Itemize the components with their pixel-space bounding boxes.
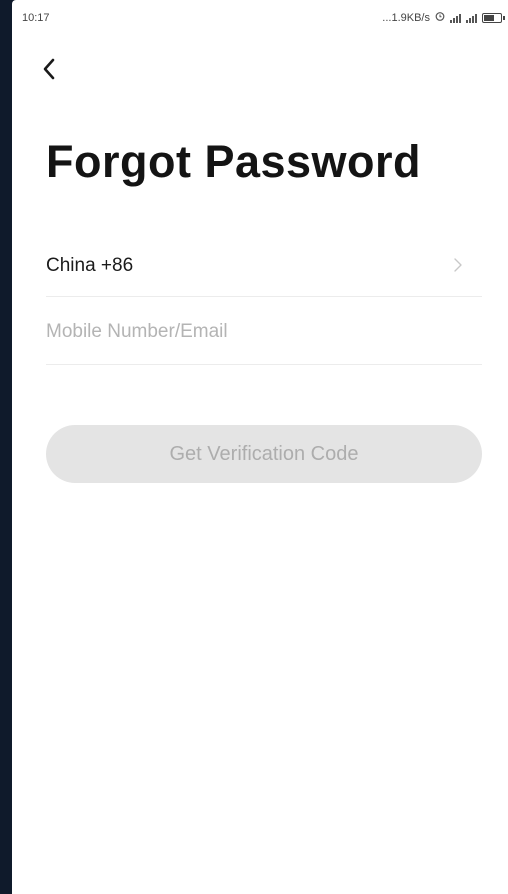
account-field-row [46,300,482,365]
mobile-email-input[interactable] [46,321,482,343]
battery-icon [482,12,505,23]
signal-icon [450,13,461,23]
device-frame: 10:17 ...1.9KB/s Forgot Password China +… [0,0,508,894]
signal-icon-2 [466,13,477,23]
status-indicators: ...1.9KB/s [382,11,505,24]
status-bar: 10:17 ...1.9KB/s [12,0,508,34]
get-verification-code-button[interactable]: Get Verification Code [46,425,482,483]
status-time: 10:17 [22,12,50,24]
alarm-icon [435,11,445,24]
country-code-label: China +86 [46,255,134,276]
country-code-selector[interactable]: China +86 [46,236,482,297]
chevron-right-icon [454,258,462,272]
app-screen: 10:17 ...1.9KB/s Forgot Password China +… [12,0,508,894]
chevron-left-icon [43,58,55,80]
network-speed: ...1.9KB/s [382,11,430,24]
page-title: Forgot Password [46,136,422,187]
back-button[interactable] [34,52,64,86]
